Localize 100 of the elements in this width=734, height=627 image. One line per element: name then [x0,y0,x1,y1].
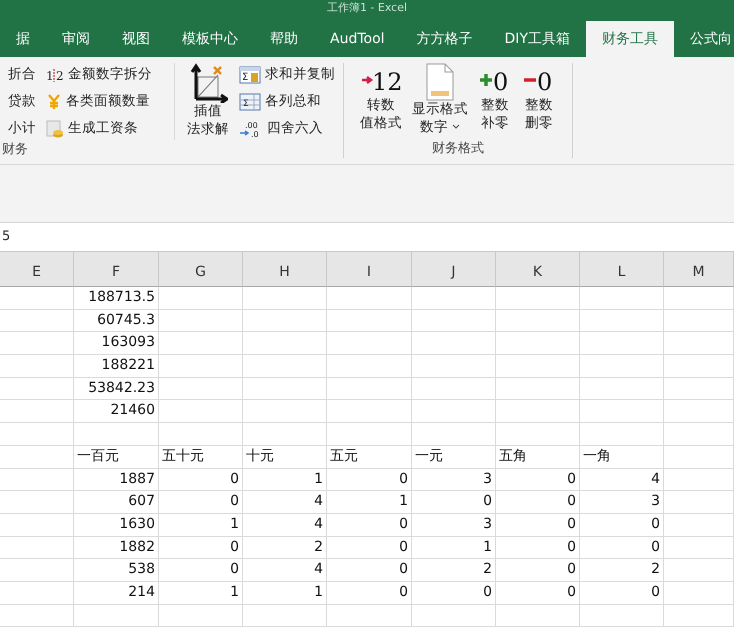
empty-cell [664,355,734,378]
number-cell: 4 [243,514,327,537]
number-cell: 4 [243,559,327,582]
number-cell: 0 [327,536,412,560]
column-header[interactable]: E [0,252,74,287]
ribbon-button[interactable]: 0 整数 删零 [520,63,558,132]
number-cell: 163093 [74,332,159,356]
number-cell: 2 [580,559,664,582]
text-cell: 五十元 [159,446,243,468]
text-cell: 五角 [496,446,580,468]
number-cell: 188713.5 [74,287,159,310]
ribbon-button[interactable]: 贷款 [6,90,38,113]
ribbon-button[interactable]: .00 .0 四舍六入 [237,117,337,140]
ribbon-button[interactable]: 12 转数 值格式 [358,63,404,132]
text-cell: 五元 [327,446,412,468]
ribbon-button[interactable]: 生成工资条 [44,117,154,140]
number-cell: 0 [496,582,580,605]
axes-chart-icon [188,63,228,103]
number-cell: 0 [412,491,496,514]
number-cell: 0 [580,582,664,605]
number-cell: 0 [580,514,664,537]
sum-table-icon: Σ [239,92,261,110]
number-cell: 0 [496,468,580,492]
ribbon-tab[interactable]: 视图 [106,21,166,57]
number-cell: 3 [412,514,496,537]
number-cell: 0 [327,559,412,582]
column-header[interactable]: H [243,252,327,287]
ribbon-button[interactable]: Σ 各列总和 [237,90,337,113]
empty-cell [664,536,734,560]
ribbon-tab[interactable]: 财务工具 [586,21,674,57]
column-header[interactable]: M [664,252,734,287]
number-cell: 2 [412,559,496,582]
ribbon-button[interactable]: 各类面额数量 [44,90,154,113]
ribbon-tab[interactable]: 模板中心 [166,21,254,57]
number-cell: 0 [496,536,580,560]
number-cell: 4 [243,491,327,514]
empty-cell [664,559,734,582]
number-cell: 21460 [74,400,159,424]
column-header[interactable]: J [412,252,496,287]
number-cell: 53842.23 [74,378,159,400]
column-header[interactable]: F [74,252,159,287]
ribbon-tab[interactable]: DIY工具箱 [488,21,586,57]
text-cell: 十元 [243,446,327,468]
number-cell: 188221 [74,355,159,378]
number-cell: 0 [159,536,243,560]
number-cell: 0 [496,559,580,582]
empty-cell [664,310,734,332]
ribbon-button[interactable]: 插值 法求解 [185,63,231,138]
empty-cell [664,468,734,492]
ribbon-button[interactable]: Σ 求和并复制 [237,63,337,86]
ribbon-button[interactable]: 1 2 金额数字拆分 [44,63,154,86]
number-cell: 0 [159,559,243,582]
window-title: 工作簿1 - Excel [0,0,734,16]
number-cell: 1 [159,514,243,537]
text-cell: 一百元 [74,446,159,468]
empty-cell [664,514,734,537]
ribbon-button[interactable]: 折合 [6,63,38,86]
number-cell: 0 [412,582,496,605]
number-cell: 538 [74,559,159,582]
column-header[interactable]: K [496,252,580,287]
number-cell: 0 [159,468,243,492]
number-cell: 0 [580,536,664,560]
sum-table-icon: Σ [239,66,261,84]
number-cell: 1 [243,468,327,492]
column-header[interactable]: G [159,252,243,287]
ribbon-tab[interactable]: AudTool [314,21,401,57]
empty-cell [664,582,734,605]
empty-cell [664,287,734,310]
column-header[interactable]: L [580,252,664,287]
number-cell: 1 [159,582,243,605]
yen-icon [46,94,62,110]
ribbon-tab[interactable]: 公式向 [674,21,734,57]
empty-cell [664,491,734,514]
number-cell: 0 [159,491,243,514]
text-cell: 一元 [412,446,496,468]
ribbon-tab[interactable]: 方方格子 [400,21,489,57]
ribbon-tab[interactable]: 审阅 [46,21,106,57]
number-cell: 607 [74,491,159,514]
text-cell: 一角 [580,446,664,468]
empty-cell [664,378,734,400]
group-label: 财务 [1,141,29,159]
number-cell: 1 [412,536,496,560]
ribbon-button[interactable]: 小计 [6,117,38,140]
empty-cell [664,423,734,446]
column-header[interactable]: I [327,252,412,287]
number-cell: 0 [496,491,580,514]
number-cell: 3 [412,468,496,492]
number-cell: 4 [580,468,664,492]
ribbon-tab[interactable]: 据 [0,21,46,57]
ribbon-tab[interactable]: 帮助 [254,21,314,57]
number-cell: 0 [327,582,412,605]
document-coins-icon [46,120,64,138]
ribbon-button[interactable]: 0 整数 补零 [476,63,514,132]
number-cell: 1 [243,582,327,605]
ribbon-button[interactable]: 显示格式 数字 [410,63,470,136]
number-cell: 60745.3 [74,310,159,332]
number-cell: 214 [74,582,159,605]
empty-cell [664,332,734,356]
number-cell: 0 [496,514,580,537]
group-label: 财务格式 [431,140,485,158]
